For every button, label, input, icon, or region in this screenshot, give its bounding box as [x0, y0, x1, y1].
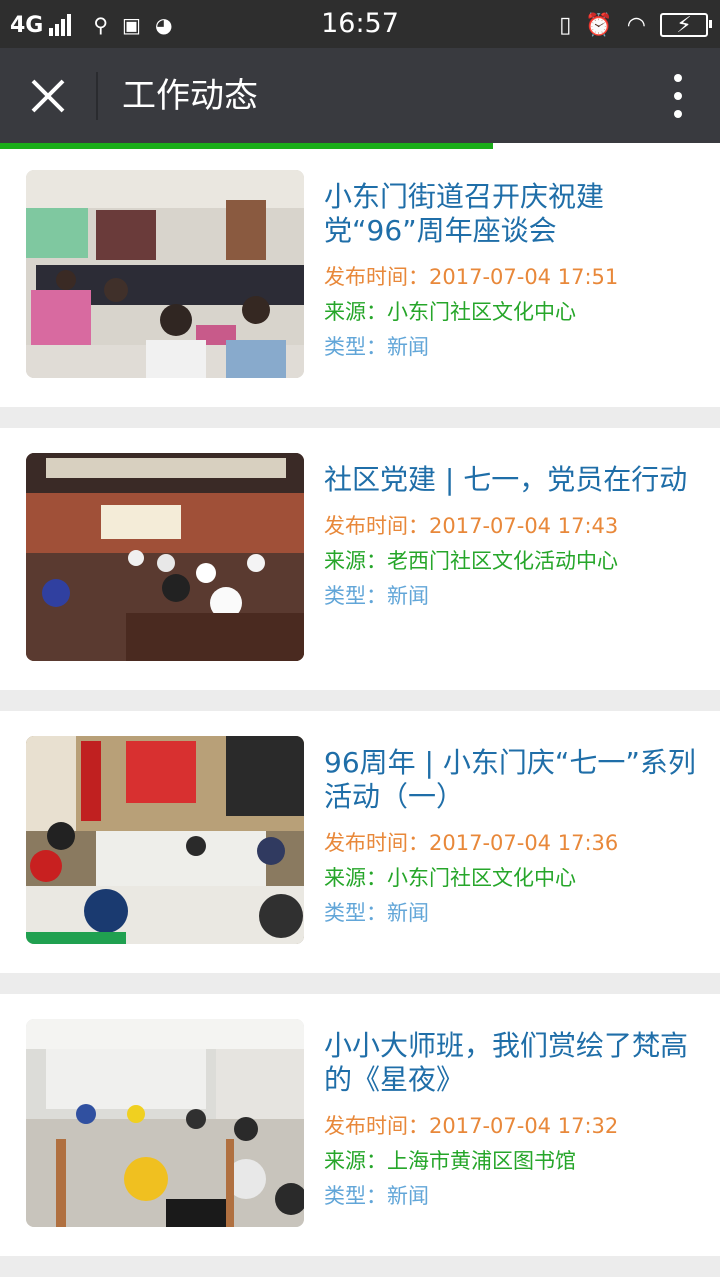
- battery-charging-icon: ⚡: [676, 12, 692, 38]
- source-value: 小东门社区文化中心: [387, 300, 576, 324]
- status-bar: 4G ⚲ ▣ ◕ 16:57 ▯ ⏰ ◠ ⚡: [0, 0, 720, 48]
- article-thumbnail: [26, 453, 304, 661]
- article-source: 来源：小东门社区文化中心: [324, 295, 704, 330]
- battery-icon: ⚡: [660, 12, 712, 38]
- article-thumbnail: [26, 1019, 304, 1227]
- wifi-icon: ◠: [626, 12, 646, 38]
- article-publish-time: 发布时间：2017-07-04 17:36: [324, 826, 704, 861]
- article-title[interactable]: 96周年 | 小东门庆“七一”系列活动（一）: [324, 746, 704, 814]
- source-label: 来源：: [324, 1149, 387, 1173]
- publish-time-value: 2017-07-04 17:32: [429, 1114, 619, 1138]
- article-card[interactable]: [0, 1277, 720, 1287]
- type-label: 类型：: [324, 335, 387, 359]
- article-thumbnail: [26, 736, 304, 944]
- article-type: 类型：新闻: [324, 579, 704, 614]
- article-publish-time: 发布时间：2017-07-04 17:32: [324, 1109, 704, 1144]
- publish-time-value: 2017-07-04 17:43: [429, 514, 619, 538]
- title-bar: 工作动态: [0, 48, 720, 144]
- source-label: 来源：: [324, 549, 387, 573]
- article-publish-time: 发布时间：2017-07-04 17:51: [324, 260, 704, 295]
- publish-time-value: 2017-07-04 17:51: [429, 265, 619, 289]
- article-thumbnail: [26, 170, 304, 378]
- article-card[interactable]: 96周年 | 小东门庆“七一”系列活动（一） 发布时间：2017-07-04 1…: [0, 711, 720, 973]
- close-button[interactable]: [20, 68, 76, 124]
- more-button[interactable]: [658, 74, 698, 118]
- publish-time-label: 发布时间：: [324, 1114, 429, 1138]
- status-right: ▯ ⏰ ◠ ⚡: [545, 10, 712, 40]
- type-value: 新闻: [387, 901, 429, 925]
- type-label: 类型：: [324, 901, 387, 925]
- source-value: 老西门社区文化活动中心: [387, 549, 618, 573]
- publish-time-value: 2017-07-04 17:36: [429, 831, 619, 855]
- close-icon: [31, 79, 65, 113]
- article-type: 类型：新闻: [324, 896, 704, 931]
- article-source: 来源：小东门社区文化中心: [324, 861, 704, 896]
- article-title[interactable]: 社区党建 | 七一，党员在行动: [324, 463, 704, 497]
- type-label: 类型：: [324, 584, 387, 608]
- article-card[interactable]: 小东门街道召开庆祝建党“96”周年座谈会 发布时间：2017-07-04 17:…: [0, 149, 720, 407]
- vibrate-icon: ▯: [559, 12, 572, 38]
- article-title[interactable]: 小东门街道召开庆祝建党“96”周年座谈会: [324, 180, 704, 248]
- more-dot-icon: [674, 92, 682, 100]
- source-label: 来源：: [324, 866, 387, 890]
- title-divider: [96, 72, 98, 120]
- article-type: 类型：新闻: [324, 1179, 704, 1214]
- publish-time-label: 发布时间：: [324, 831, 429, 855]
- type-label: 类型：: [324, 1184, 387, 1208]
- alarm-icon: ⏰: [585, 12, 613, 38]
- source-value: 上海市黄浦区图书馆: [387, 1149, 576, 1173]
- publish-time-label: 发布时间：: [324, 265, 429, 289]
- article-title[interactable]: 小小大师班，我们赏绘了梵高的《星夜》: [324, 1029, 704, 1097]
- article-source: 来源：上海市黄浦区图书馆: [324, 1144, 704, 1179]
- type-value: 新闻: [387, 335, 429, 359]
- page-title: 工作动态: [122, 76, 258, 116]
- publish-time-label: 发布时间：: [324, 514, 429, 538]
- source-value: 小东门社区文化中心: [387, 866, 576, 890]
- article-source: 来源：老西门社区文化活动中心: [324, 544, 704, 579]
- article-card[interactable]: 小小大师班，我们赏绘了梵高的《星夜》 发布时间：2017-07-04 17:32…: [0, 994, 720, 1256]
- article-publish-time: 发布时间：2017-07-04 17:43: [324, 509, 704, 544]
- source-label: 来源：: [324, 300, 387, 324]
- type-value: 新闻: [387, 1184, 429, 1208]
- type-value: 新闻: [387, 584, 429, 608]
- article-card[interactable]: 社区党建 | 七一，党员在行动 发布时间：2017-07-04 17:43 来源…: [0, 428, 720, 690]
- more-dot-icon: [674, 74, 682, 82]
- article-type: 类型：新闻: [324, 330, 704, 365]
- more-dot-icon: [674, 110, 682, 118]
